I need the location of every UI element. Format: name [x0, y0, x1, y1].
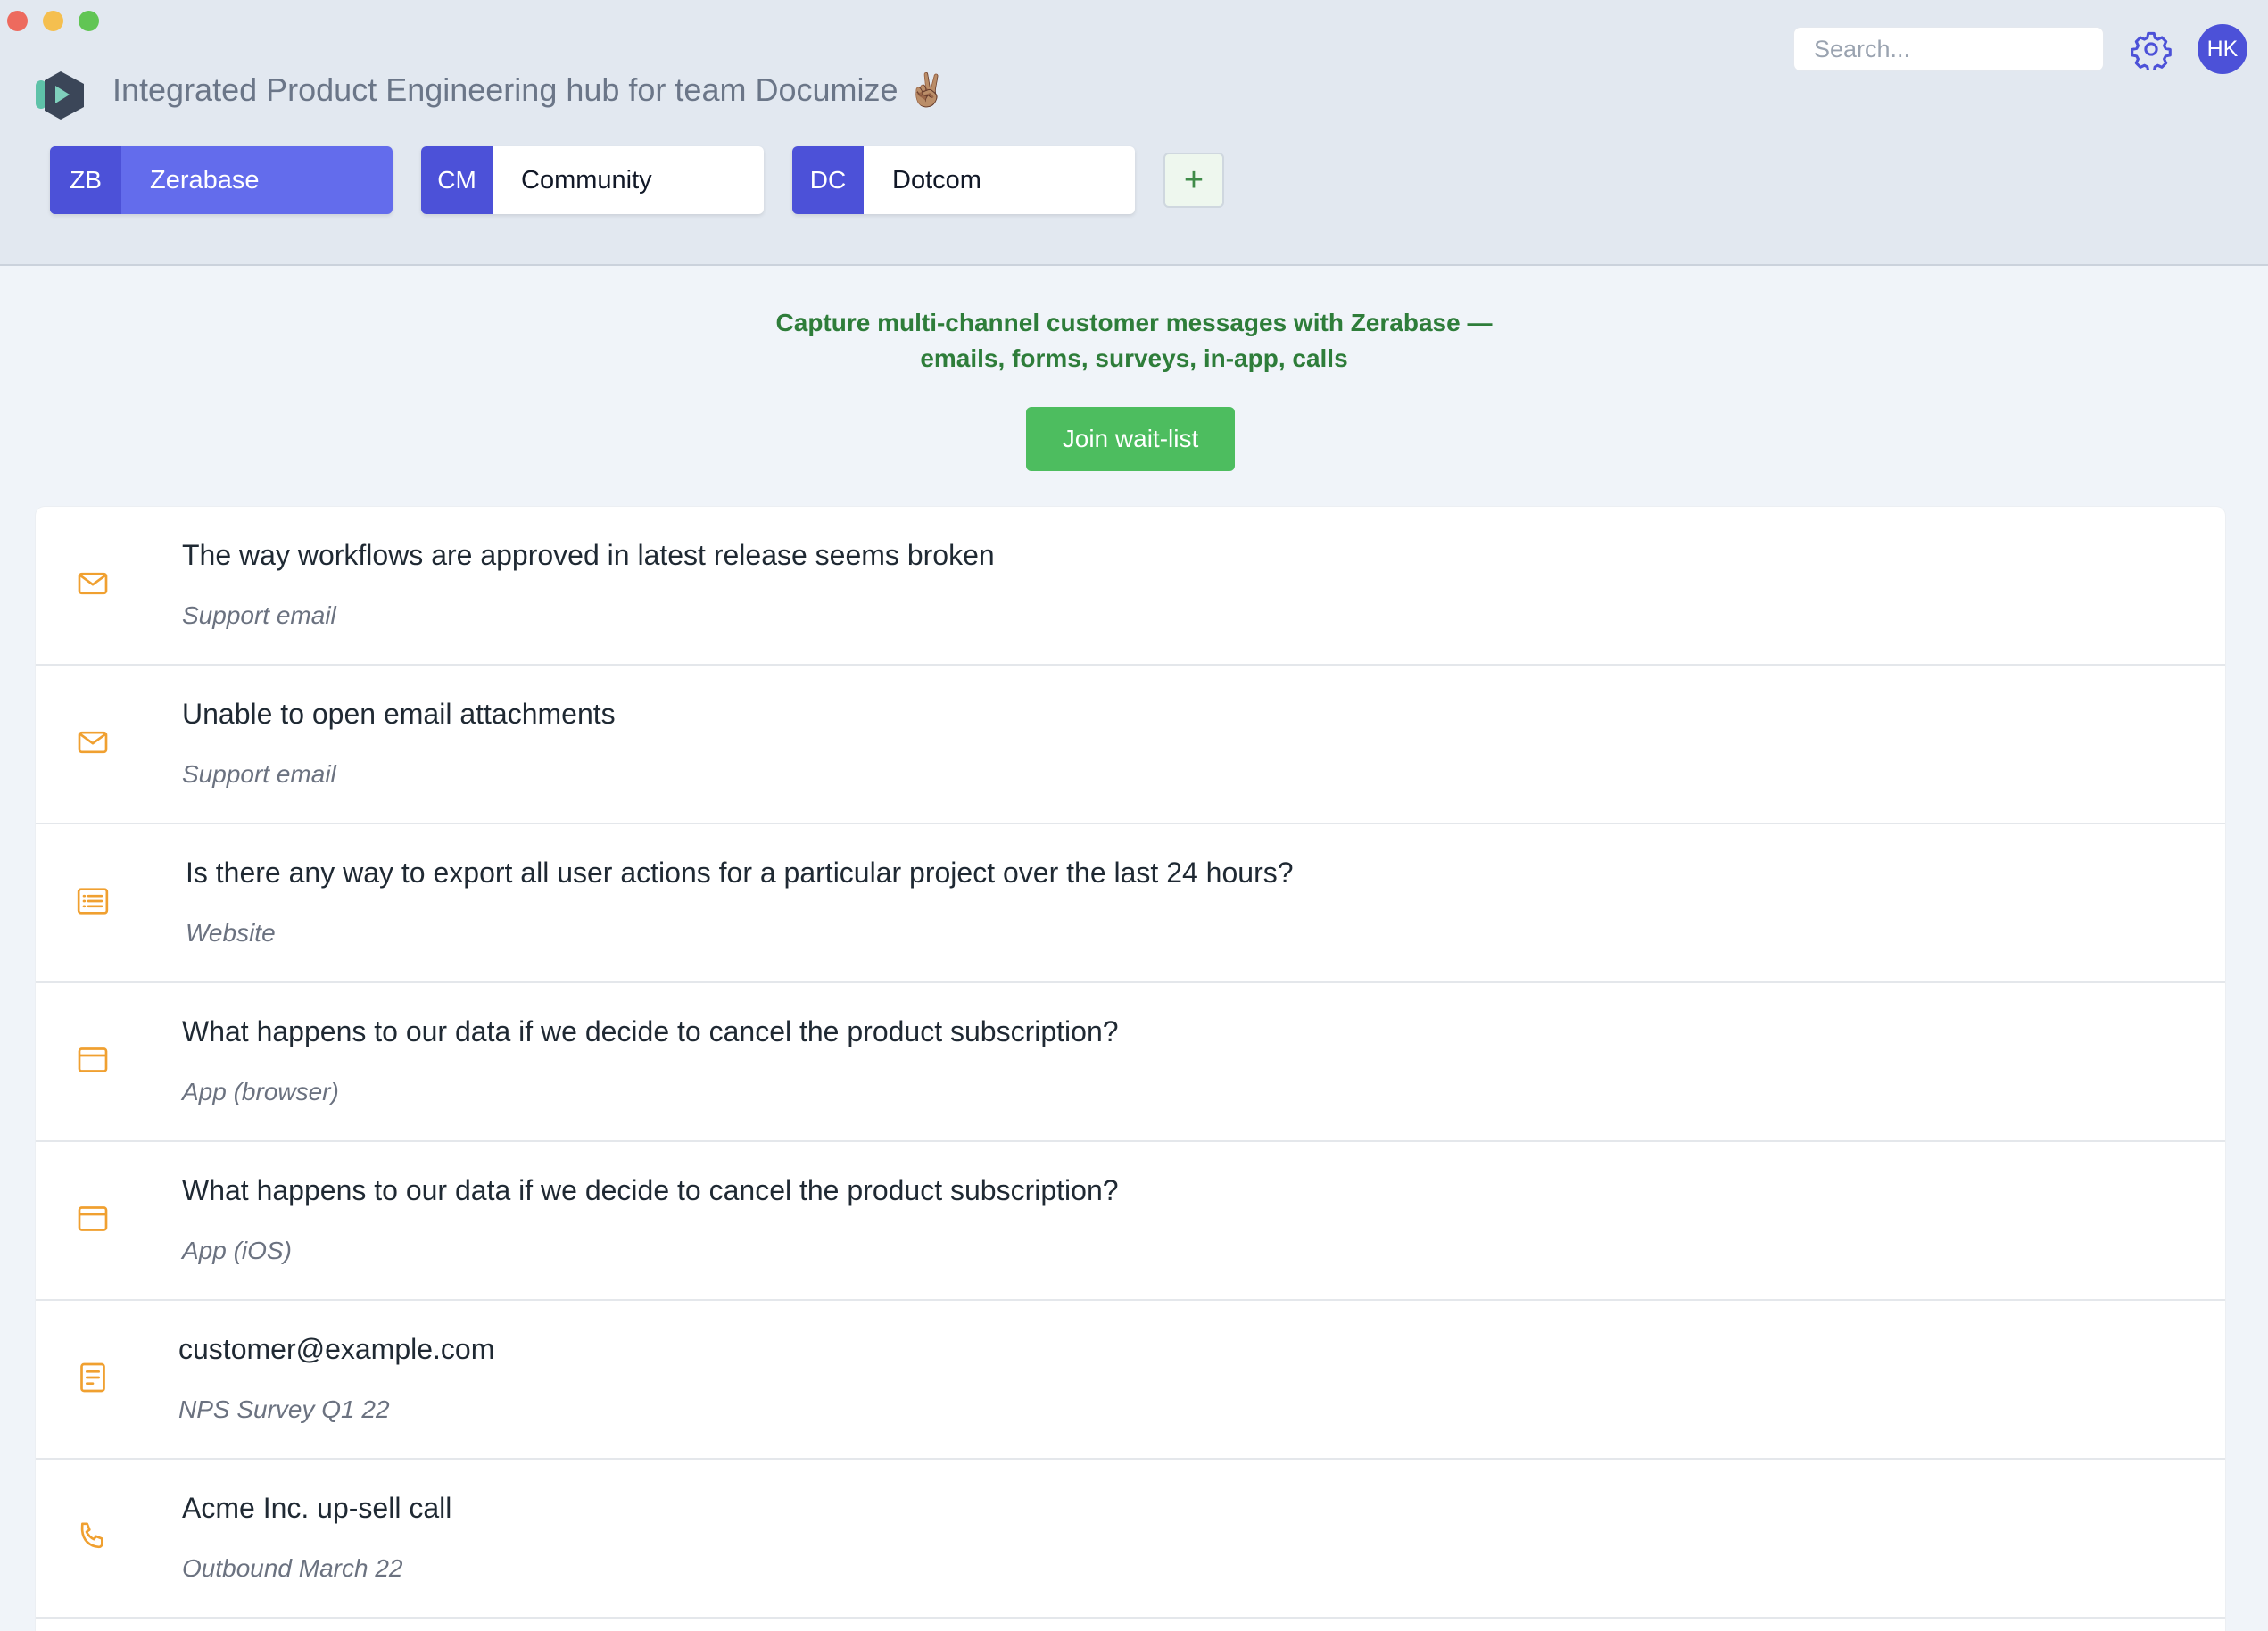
- mail-icon: [78, 572, 108, 595]
- window-maximize-button[interactable]: [79, 11, 99, 31]
- list-item[interactable]: What happens to our data if we decide to…: [36, 983, 2225, 1142]
- message-source: Outbound March 22: [182, 1554, 403, 1582]
- phone-icon: [80, 1522, 103, 1549]
- list-item[interactable]: customer@example.com NPS Survey Q1 22: [36, 1301, 2225, 1460]
- search-input[interactable]: [1793, 27, 2104, 71]
- app-logo-icon: [36, 71, 84, 120]
- message-title: customer@example.com: [178, 1333, 495, 1365]
- browser-window-icon: [78, 1206, 108, 1231]
- mail-icon: [78, 731, 108, 754]
- space-tab-community[interactable]: CM Community: [421, 146, 764, 214]
- message-title: Unable to open email attachments: [182, 698, 616, 730]
- space-name: Zerabase: [150, 165, 260, 195]
- message-list: The way workflows are approved in latest…: [36, 507, 2225, 1631]
- promo-banner: Capture multi-channel customer messages …: [0, 305, 2268, 377]
- space-abbr: ZB: [50, 146, 121, 214]
- space-abbr: CM: [421, 146, 493, 214]
- window-minimize-button[interactable]: [43, 11, 63, 31]
- promo-line-1: Capture multi-channel customer messages …: [775, 309, 1493, 336]
- gear-icon[interactable]: [2131, 29, 2172, 70]
- list-item[interactable]: Acme Inc. up-sell call Outbound March 22: [36, 1460, 2225, 1619]
- message-source: NPS Survey Q1 22: [178, 1395, 390, 1423]
- message-title: What happens to our data if we decide to…: [182, 1174, 1119, 1206]
- app-header: Integrated Product Engineering hub for t…: [0, 0, 2268, 266]
- survey-form-icon: [80, 1362, 105, 1393]
- join-waitlist-button[interactable]: Join wait-list: [1026, 407, 1235, 471]
- message-source: Website: [186, 919, 276, 947]
- promo-line-2: emails, forms, surveys, in-app, calls: [920, 344, 1348, 372]
- space-tabs: ZB Zerabase CM Community DC Dotcom +: [50, 146, 1224, 214]
- user-avatar[interactable]: HK: [2198, 24, 2247, 74]
- list-icon: [77, 888, 109, 915]
- space-name: Community: [521, 165, 652, 195]
- message-source: App (iOS): [182, 1237, 292, 1264]
- list-item[interactable]: The way workflows are approved in latest…: [36, 507, 2225, 666]
- space-tab-dotcom[interactable]: DC Dotcom: [792, 146, 1135, 214]
- message-title: Acme Inc. up-sell call: [182, 1492, 452, 1524]
- window-close-button[interactable]: [7, 11, 28, 31]
- page-title: Integrated Product Engineering hub for t…: [112, 71, 948, 108]
- space-abbr: DC: [792, 146, 864, 214]
- message-title: What happens to our data if we decide to…: [182, 1015, 1119, 1047]
- browser-window-icon: [78, 1047, 108, 1072]
- message-title: Is there any way to export all user acti…: [186, 857, 1294, 889]
- space-tab-zerabase[interactable]: ZB Zerabase: [50, 146, 393, 214]
- message-source: Support email: [182, 601, 336, 629]
- list-item[interactable]: Unable to open email attachments Support…: [36, 666, 2225, 824]
- message-title: The way workflows are approved in latest…: [182, 539, 995, 571]
- space-name: Dotcom: [892, 165, 981, 195]
- message-source: Support email: [182, 760, 336, 788]
- message-source: App (browser): [182, 1078, 339, 1105]
- add-space-button[interactable]: +: [1163, 153, 1224, 208]
- list-item[interactable]: Is there any way to export all user acti…: [36, 824, 2225, 983]
- list-item[interactable]: What happens to our data if we decide to…: [36, 1142, 2225, 1301]
